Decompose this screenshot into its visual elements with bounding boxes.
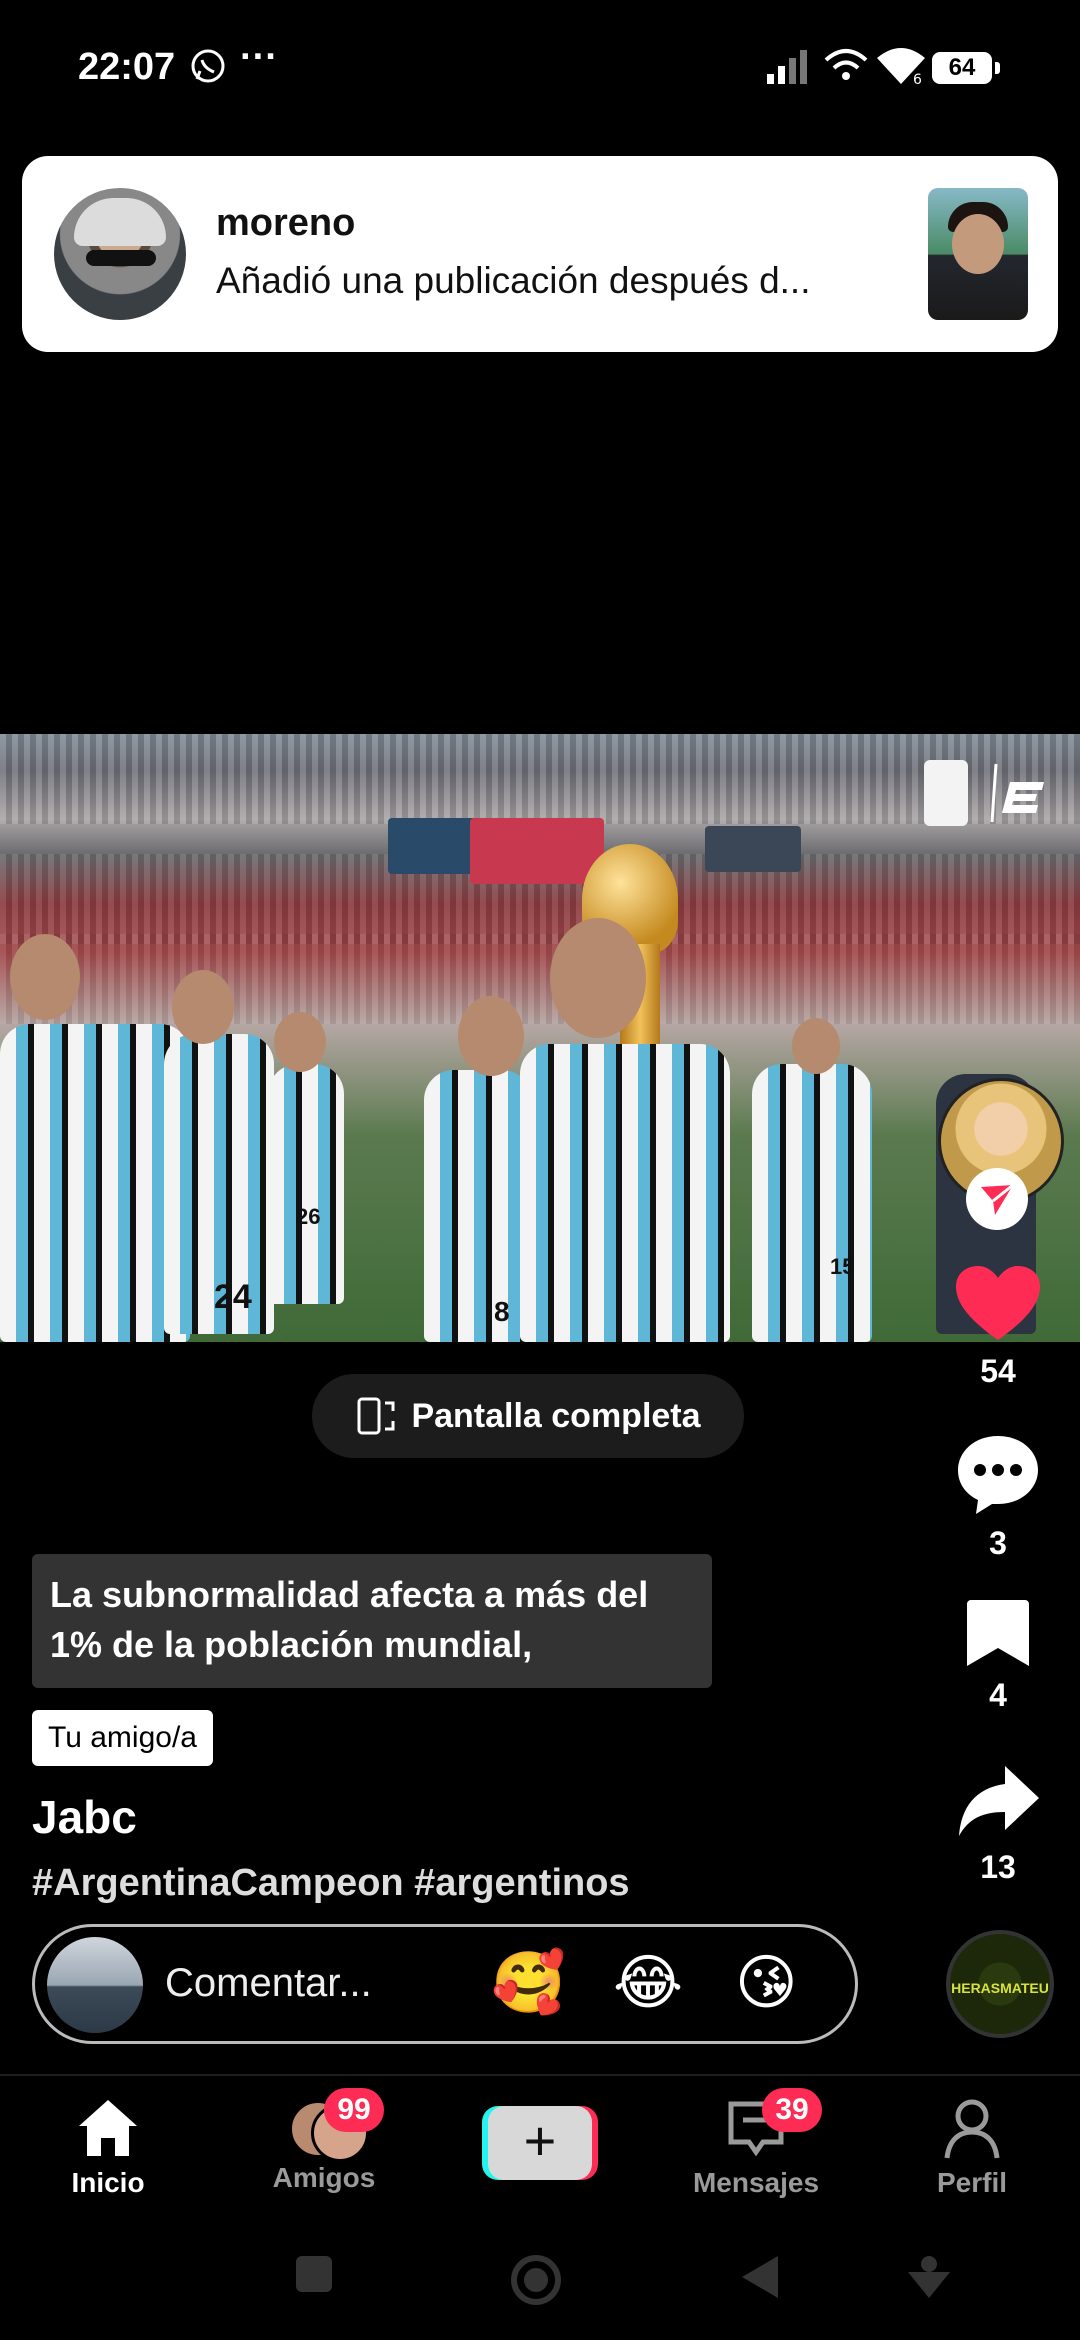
stadium-screen — [705, 826, 801, 872]
comment-bar[interactable]: Comentar... 🥰 😂 😘 — [32, 1924, 858, 2044]
clock: 22:07 — [78, 46, 176, 88]
jersey-number: 15 — [830, 1254, 855, 1279]
comment-count: 3 — [989, 1525, 1007, 1561]
home-icon — [79, 2100, 137, 2156]
nav-messages[interactable]: 39 Mensajes — [676, 2088, 836, 2199]
notification-title: moreno — [216, 202, 356, 244]
follow-button[interactable] — [966, 1168, 1028, 1230]
friend-tag: Tu amigo/a — [32, 1710, 213, 1766]
fullscreen-icon — [357, 1397, 395, 1435]
player-head — [458, 996, 524, 1076]
wifi-icon: 6 — [877, 48, 925, 86]
share-count: 13 — [980, 1849, 1016, 1885]
home-circle-icon[interactable] — [508, 2252, 564, 2308]
user-avatar — [47, 1937, 143, 2033]
notification-text: Añadió una publicación después d... — [216, 260, 811, 301]
jersey-number: 24 — [214, 1278, 252, 1316]
back-icon[interactable] — [738, 2252, 782, 2302]
bookmark-icon — [967, 1600, 1029, 1666]
nav-home-label: Inicio — [71, 2167, 145, 2198]
messages-badge: 39 — [762, 2088, 822, 2132]
video-player[interactable]: 24 26 8 15 — [0, 734, 1080, 1342]
emoji-blowing-kiss[interactable]: 😘 — [735, 1947, 798, 2019]
like-button[interactable]: 54 — [948, 1264, 1048, 1390]
fullscreen-label: Pantalla completa — [411, 1396, 701, 1435]
jersey-number: 26 — [296, 1204, 321, 1229]
like-count: 54 — [980, 1353, 1016, 1389]
status-bar: 22:07 ··· 6 64 — [0, 0, 1080, 140]
battery-icon: 64 — [932, 52, 1000, 84]
bottom-navigation: Inicio 99 Amigos + 39 Mensajes Perfil — [0, 2074, 1080, 2224]
player — [0, 1024, 190, 1342]
comment-button[interactable]: 3 — [948, 1432, 1048, 1562]
plus-icon: + — [488, 2106, 592, 2180]
hashtags[interactable]: #ArgentinaCampeon #argentinos — [32, 1862, 630, 1905]
player-head — [10, 934, 80, 1020]
bookmark-button[interactable]: 4 — [948, 1596, 1048, 1714]
nav-friends[interactable]: 99 Amigos — [244, 2088, 404, 2194]
player-head — [792, 1018, 840, 1074]
share-button[interactable]: 13 — [948, 1762, 1048, 1886]
player — [520, 1044, 730, 1342]
bookmark-count: 4 — [989, 1677, 1007, 1713]
music-disc[interactable]: HERASMATEU — [946, 1930, 1054, 2038]
fullscreen-button[interactable]: Pantalla completa — [312, 1374, 744, 1458]
comment-input[interactable]: Comentar... — [165, 1961, 372, 2006]
nav-profile[interactable]: Perfil — [892, 2096, 1052, 2199]
recent-apps-icon[interactable] — [292, 2252, 336, 2296]
friends-badge: 99 — [324, 2088, 384, 2132]
player — [752, 1064, 872, 1342]
comment-icon — [958, 1436, 1038, 1514]
player — [268, 1064, 344, 1304]
svg-text:6: 6 — [913, 72, 922, 86]
signal-icon — [767, 50, 807, 84]
player-head — [274, 1012, 326, 1072]
share-arrow-icon — [959, 1766, 1039, 1836]
notification-thumbnail — [928, 188, 1028, 320]
send-icon — [981, 1183, 1014, 1215]
stadium-screen — [388, 818, 478, 874]
player — [424, 1070, 532, 1342]
nav-messages-label: Mensajes — [692, 2167, 820, 2198]
nav-profile-label: Perfil — [936, 2167, 1008, 2198]
notification-avatar — [54, 188, 186, 320]
nav-friends-label: Amigos — [272, 2162, 376, 2193]
author-name[interactable]: Jabc — [32, 1790, 137, 1844]
emoji-tears-of-joy[interactable]: 😂 — [613, 1947, 683, 2019]
notification-banner[interactable]: moreno Añadió una publicación después d.… — [22, 156, 1058, 352]
fifa-world-cup-logo — [924, 760, 968, 826]
video-caption: La subnormalidad afecta a más del 1% de … — [32, 1554, 712, 1688]
create-button[interactable]: + — [482, 2106, 598, 2180]
system-navigation — [0, 2222, 1080, 2340]
whatsapp-icon — [191, 49, 225, 83]
player-head — [172, 970, 234, 1044]
profile-icon — [944, 2099, 1000, 2159]
jersey-number: 8 — [494, 1296, 510, 1327]
music-disc-label: HERASMATEU — [951, 1980, 1049, 1996]
player-head — [550, 918, 646, 1038]
nav-home[interactable]: Inicio — [28, 2096, 188, 2199]
espn-logo — [990, 763, 1044, 823]
emoji-smiling-hearts[interactable]: 🥰 — [491, 1947, 566, 2019]
heart-icon — [956, 1266, 1040, 1340]
more-notifications-icon: ··· — [240, 36, 278, 78]
stadium-screen — [470, 818, 604, 884]
assistant-icon[interactable] — [904, 2252, 954, 2302]
wifi-call-icon — [824, 49, 868, 80]
